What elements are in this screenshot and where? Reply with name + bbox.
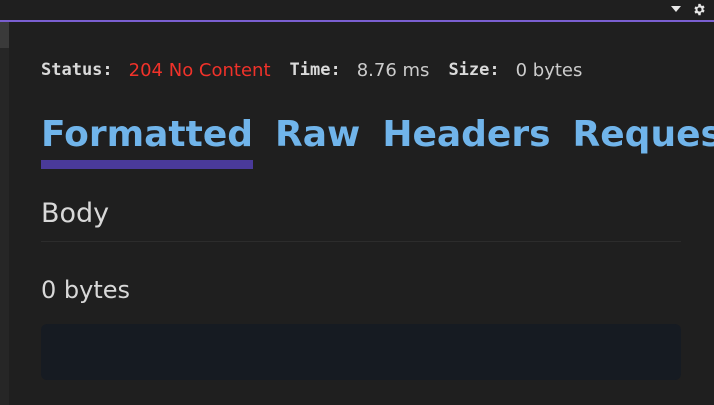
caret-down-icon[interactable] <box>668 0 684 18</box>
body-size-text: 0 bytes <box>41 276 131 304</box>
left-panel-edge <box>0 22 9 405</box>
response-status-bar: Status: 204 No Content Time: 8.76 ms Siz… <box>41 58 601 82</box>
body-heading: Body <box>41 198 110 229</box>
panel-titlebar <box>0 0 714 20</box>
status-value: 204 No Content <box>128 59 271 81</box>
section-divider <box>41 241 681 242</box>
time-value: 8.76 ms <box>356 59 430 81</box>
response-body-code-block[interactable] <box>41 324 681 380</box>
size-label: Size: <box>448 60 500 80</box>
left-panel-band <box>0 22 9 48</box>
gear-icon[interactable] <box>690 0 708 18</box>
size-value: 0 bytes <box>515 59 583 81</box>
status-label: Status: <box>41 60 113 80</box>
panel-accent-border <box>0 20 714 22</box>
tab-headers[interactable]: Headers <box>382 112 550 164</box>
tab-raw[interactable]: Raw <box>275 112 360 164</box>
tab-request[interactable]: Request <box>573 112 714 164</box>
response-tabs: Formatted Raw Headers Request <box>41 112 714 172</box>
tab-formatted[interactable]: Formatted <box>41 112 254 169</box>
time-label: Time: <box>289 60 341 80</box>
